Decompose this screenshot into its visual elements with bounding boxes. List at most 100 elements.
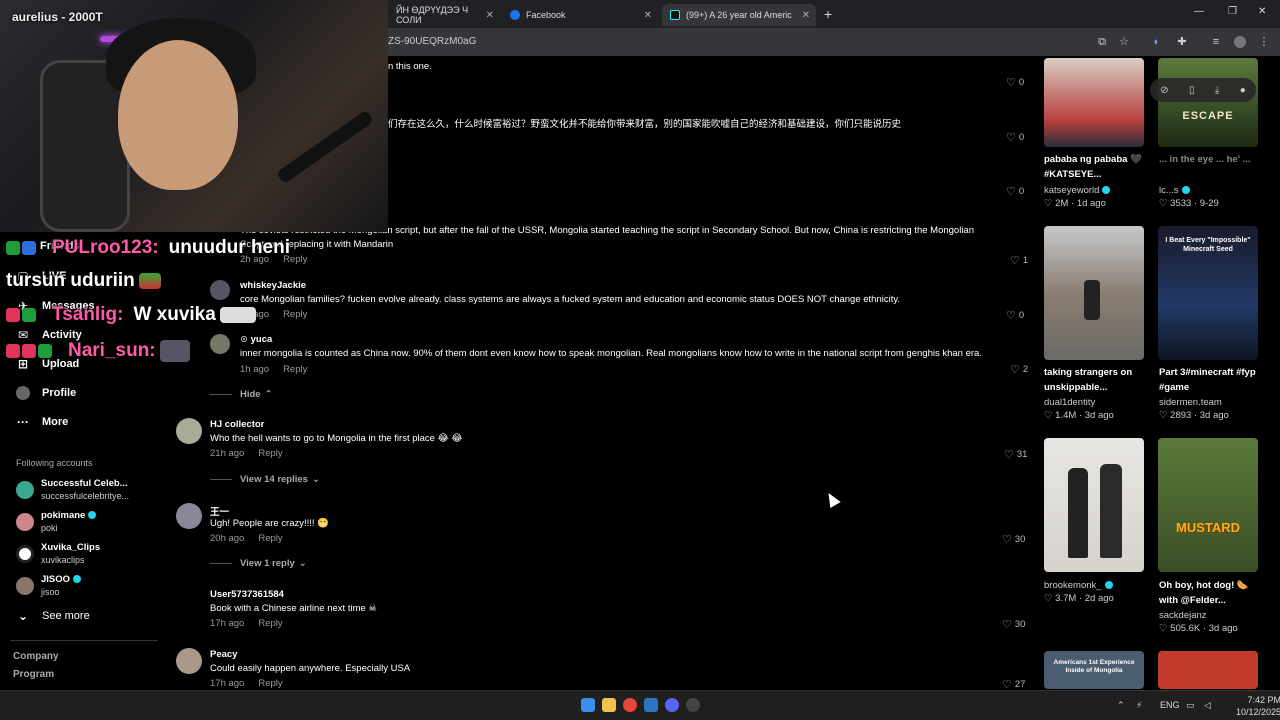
video-author[interactable]: dual1dentity bbox=[1044, 397, 1095, 408]
menu-icon[interactable]: ⋮ bbox=[1258, 36, 1270, 48]
phone-icon[interactable]: ▯ bbox=[1189, 85, 1195, 96]
obs-icon[interactable] bbox=[686, 698, 700, 712]
extensions-icon[interactable]: ✚ bbox=[1176, 36, 1188, 48]
view-replies-button[interactable]: View 14 replies ⌄ bbox=[210, 474, 320, 485]
chrome-icon[interactable] bbox=[623, 698, 637, 712]
comment-author[interactable]: 王一 bbox=[210, 504, 229, 518]
new-tab-button[interactable]: + bbox=[824, 6, 832, 22]
like-count[interactable]: ♡ 1 bbox=[1010, 254, 1028, 267]
video-thumbnail[interactable] bbox=[1158, 651, 1258, 689]
video-title[interactable]: Oh boy, hot dog! 🌭 with @Felder... bbox=[1159, 578, 1269, 608]
comment-author[interactable]: HJ collector bbox=[210, 419, 264, 430]
download-icon[interactable]: ⤓ bbox=[1215, 85, 1219, 96]
volume-icon[interactable]: ◁ bbox=[1204, 700, 1211, 711]
like-count[interactable]: ♡ 2 bbox=[1010, 363, 1028, 376]
like-count[interactable]: ♡ 0 bbox=[1006, 309, 1024, 322]
language-indicator[interactable]: ENG bbox=[1160, 700, 1180, 710]
clock[interactable]: 7:42 PM 10/12/2025 bbox=[1236, 694, 1280, 718]
avatar[interactable] bbox=[176, 648, 202, 674]
install-icon[interactable]: ⧉ bbox=[1096, 36, 1108, 48]
author-name: katseyeworld bbox=[1044, 185, 1100, 196]
like-count[interactable]: ♡ 30 bbox=[1002, 533, 1025, 546]
comment-author[interactable]: User5737361584 bbox=[210, 589, 284, 600]
close-icon[interactable]: ✕ bbox=[486, 10, 494, 21]
view-replies-label: View 14 replies bbox=[240, 474, 308, 485]
profile-avatar-icon[interactable] bbox=[1234, 36, 1246, 48]
following-account[interactable]: Successful Celeb... successfulcelebritye.… bbox=[16, 478, 129, 502]
url-field[interactable]: ZS-90UEQRzM0aG bbox=[388, 36, 476, 47]
verified-icon bbox=[1102, 186, 1111, 195]
like-count[interactable]: ♡ 30 bbox=[1002, 618, 1025, 631]
reply-button[interactable]: Reply bbox=[283, 364, 307, 375]
video-thumbnail[interactable]: I Beat Every "Impossible" Minecraft Seed bbox=[1158, 226, 1258, 360]
avatar[interactable] bbox=[210, 280, 230, 300]
thumbnail-text: MUSTARD bbox=[1175, 520, 1241, 535]
video-thumbnail[interactable]: MUSTARD bbox=[1158, 438, 1258, 572]
like-count[interactable]: ♡ 31 bbox=[1004, 448, 1027, 461]
minimize-icon[interactable]: — bbox=[1194, 6, 1204, 17]
like-count[interactable]: ♡ 0 bbox=[1006, 185, 1024, 198]
following-account[interactable]: pokimane poki bbox=[16, 510, 97, 534]
steam-icon[interactable] bbox=[644, 698, 658, 712]
video-title[interactable]: taking strangers on unskippable... bbox=[1044, 365, 1154, 395]
star-icon[interactable]: ☆ bbox=[1118, 36, 1130, 48]
comment-text: n this one. bbox=[388, 61, 432, 72]
video-title[interactable]: Part 3#minecraft #fyp #game bbox=[1159, 365, 1269, 395]
media-icon[interactable]: ≡ bbox=[1210, 36, 1222, 48]
close-icon[interactable]: ✕ bbox=[644, 10, 652, 21]
video-thumbnail[interactable] bbox=[1044, 226, 1144, 360]
video-author[interactable]: lc...s bbox=[1159, 185, 1190, 196]
footer-program[interactable]: Program bbox=[13, 669, 54, 680]
comment-author[interactable]: Peacy bbox=[210, 649, 237, 660]
link-icon[interactable]: ⊘ bbox=[1160, 85, 1168, 96]
comment-text: core Mongolian families? fucken evolve a… bbox=[240, 294, 901, 305]
footer-company[interactable]: Company bbox=[13, 651, 59, 662]
view-replies-button[interactable]: View 1 reply ⌄ bbox=[210, 558, 307, 569]
tab-mongolian[interactable]: ЙН ӨДРҮҮДЭЭ Ч СОЛИ ✕ bbox=[388, 4, 500, 26]
tab-tiktok[interactable]: (99+) A 26 year old American tr ✕ bbox=[662, 4, 816, 26]
file-explorer-icon[interactable] bbox=[602, 698, 616, 712]
video-thumbnail[interactable] bbox=[1044, 58, 1144, 147]
extension-active-icon[interactable]: ◗ bbox=[1150, 36, 1162, 48]
hide-replies-button[interactable]: Hide ⌃ bbox=[210, 389, 273, 400]
video-author[interactable]: brookemonk_ bbox=[1044, 580, 1113, 591]
sidebar-item-more[interactable]: ··· More bbox=[16, 415, 68, 429]
comment-author[interactable]: whiskeyJackie bbox=[240, 280, 306, 291]
video-author[interactable]: katseyeworld bbox=[1044, 185, 1111, 196]
chevron-up-icon[interactable]: ⌃ bbox=[1117, 700, 1125, 711]
comment-author[interactable]: ⊙ yuca bbox=[240, 334, 272, 345]
like-count[interactable]: ♡ 0 bbox=[1006, 76, 1024, 89]
discord-icon[interactable] bbox=[665, 698, 679, 712]
video-author[interactable]: sidermen.team bbox=[1159, 397, 1222, 408]
divider bbox=[10, 640, 158, 641]
following-account[interactable]: JISOO jisoo bbox=[16, 574, 82, 598]
like-number: 2 bbox=[1022, 364, 1029, 375]
tab-facebook[interactable]: Facebook ✕ bbox=[502, 4, 658, 26]
video-author[interactable]: sackdejanz bbox=[1159, 610, 1207, 621]
video-thumbnail[interactable] bbox=[1044, 438, 1144, 572]
video-thumbnail[interactable]: ESCAPE bbox=[1158, 58, 1258, 147]
avatar[interactable] bbox=[210, 334, 230, 354]
wifi-icon[interactable]: ▭ bbox=[1186, 700, 1195, 711]
video-title[interactable]: ... in the eye ... he' ... bbox=[1159, 152, 1269, 167]
sidebar-item-profile[interactable]: Profile bbox=[16, 386, 76, 400]
close-window-icon[interactable]: ✕ bbox=[1258, 6, 1266, 17]
avatar[interactable] bbox=[176, 503, 202, 529]
following-account[interactable]: Xuvika_Clips xuvikaclips bbox=[16, 542, 100, 566]
like-count[interactable]: ♡ 0 bbox=[1006, 131, 1024, 144]
video-thumbnail[interactable]: Americans 1st Experience Inside of Mongo… bbox=[1044, 651, 1144, 689]
avatar[interactable] bbox=[176, 418, 202, 444]
avatar-icon[interactable]: ● bbox=[1240, 85, 1246, 96]
reply-button[interactable]: Reply bbox=[258, 448, 282, 459]
maximize-icon[interactable]: ❐ bbox=[1228, 6, 1237, 17]
reply-button[interactable]: Reply bbox=[258, 678, 282, 689]
video-title[interactable]: pababa ng pababa 🖤 #KATSEYE... bbox=[1044, 152, 1154, 182]
close-icon[interactable]: ✕ bbox=[802, 10, 810, 21]
reply-button[interactable]: Reply bbox=[283, 309, 307, 320]
windows-start-icon[interactable] bbox=[581, 698, 595, 712]
reply-button[interactable]: Reply bbox=[258, 533, 282, 544]
reply-button[interactable]: Reply bbox=[258, 618, 282, 629]
see-more-button[interactable]: ⌄ See more bbox=[16, 609, 90, 623]
comment-text: Ugh! People are crazy!!!! 😬 bbox=[210, 518, 329, 529]
network-icon[interactable]: ⚡ bbox=[1136, 700, 1142, 711]
